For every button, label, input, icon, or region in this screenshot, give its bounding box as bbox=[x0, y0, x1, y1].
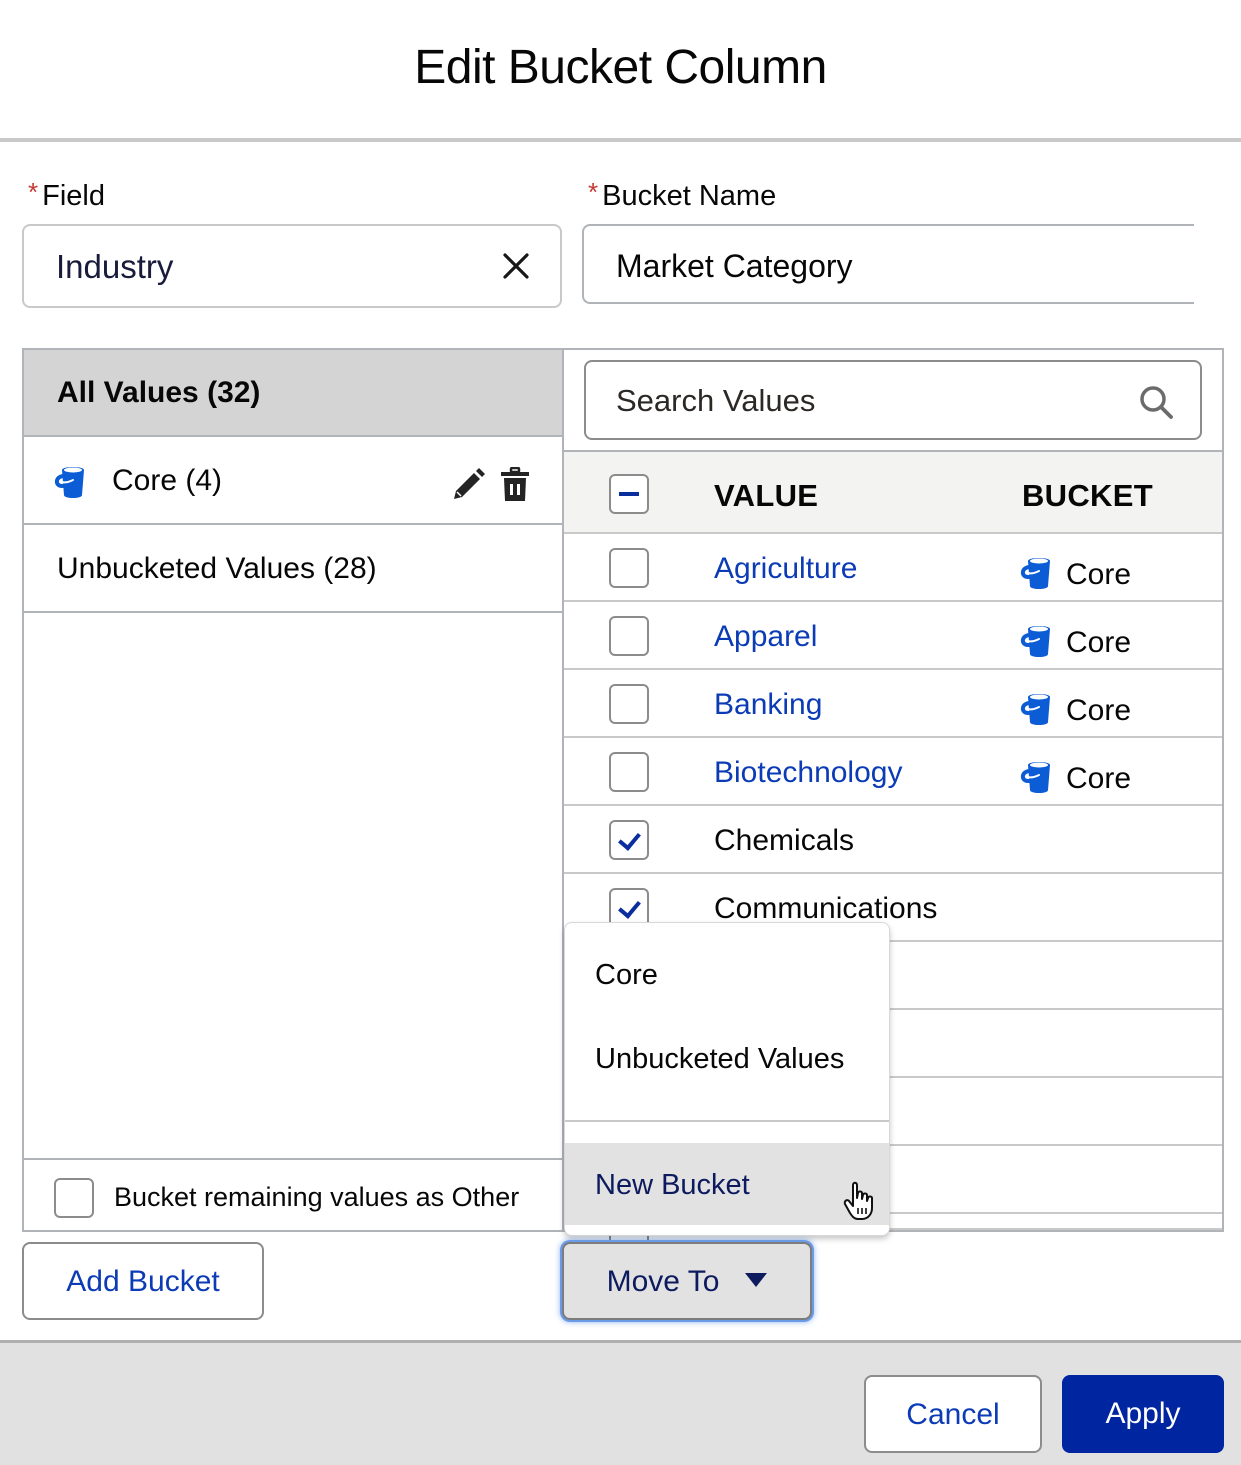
bucket-icon bbox=[1020, 762, 1050, 793]
add-bucket-button[interactable]: Add Bucket bbox=[22, 1242, 264, 1320]
cancel-button[interactable]: Cancel bbox=[864, 1375, 1042, 1453]
select-all-checkbox[interactable] bbox=[609, 474, 649, 514]
bucket-name-input[interactable]: Market Category bbox=[582, 224, 1194, 304]
required-marker: * bbox=[28, 177, 39, 207]
bucket-other-checkbox[interactable] bbox=[54, 1178, 94, 1218]
column-header-bucket: BUCKET bbox=[1022, 478, 1153, 513]
search-values-field[interactable] bbox=[584, 360, 1202, 440]
row-bucket-label: Core bbox=[1066, 762, 1132, 795]
bucket-other-option: Bucket remaining values as Other bbox=[24, 1158, 562, 1230]
values-table-header: VALUE BUCKET bbox=[564, 450, 1222, 534]
menu-item-new-bucket[interactable]: New Bucket bbox=[565, 1143, 889, 1225]
column-header-value: VALUE bbox=[714, 478, 819, 513]
row-value[interactable]: Apparel bbox=[714, 620, 817, 654]
bucket-item-core[interactable]: Core (4) bbox=[24, 437, 562, 525]
table-row: Banking Core bbox=[564, 670, 1222, 738]
menu-item-core[interactable]: Core bbox=[565, 959, 889, 992]
bucket-other-label: Bucket remaining values as Other bbox=[114, 1182, 520, 1212]
row-bucket: Core bbox=[1020, 754, 1131, 796]
menu-item-unbucketed-values[interactable]: Unbucketed Values bbox=[565, 1043, 889, 1076]
row-bucket-label: Core bbox=[1066, 694, 1132, 727]
caret-down-icon bbox=[745, 1273, 768, 1287]
all-values-item[interactable]: All Values (32) bbox=[24, 350, 562, 437]
row-checkbox[interactable] bbox=[609, 684, 649, 724]
move-to-button[interactable]: Move To bbox=[562, 1242, 812, 1320]
bucket-name-label: * Bucket Name bbox=[588, 177, 777, 213]
table-row: Apparel Core bbox=[564, 602, 1222, 670]
row-bucket: Core bbox=[1020, 618, 1131, 660]
row-value[interactable]: Biotechnology bbox=[714, 756, 902, 790]
field-value: Industry bbox=[56, 248, 174, 285]
row-bucket: Core bbox=[1020, 686, 1131, 728]
hand-cursor-icon bbox=[843, 1181, 873, 1220]
bucket-icon bbox=[1020, 626, 1050, 657]
menu-divider bbox=[565, 1120, 889, 1122]
row-bucket-label: Core bbox=[1066, 558, 1132, 591]
row-bucket: Core bbox=[1020, 550, 1131, 592]
table-row: Agriculture Core bbox=[564, 534, 1222, 602]
search-icon[interactable] bbox=[1138, 384, 1174, 420]
required-marker: * bbox=[588, 177, 599, 207]
bucket-item-unbucketed[interactable]: Unbucketed Values (28) bbox=[24, 525, 562, 613]
move-to-label: Move To bbox=[606, 1265, 720, 1298]
bucket-name-value: Market Category bbox=[616, 248, 853, 284]
field-label: * Field bbox=[28, 177, 105, 213]
field-input[interactable]: Industry bbox=[22, 224, 562, 308]
search-input[interactable] bbox=[616, 380, 1096, 422]
header-divider bbox=[0, 138, 1241, 142]
dialog-footer bbox=[0, 1340, 1241, 1465]
row-checkbox[interactable] bbox=[609, 820, 649, 860]
move-to-menu: Core Unbucketed Values New Bucket bbox=[564, 922, 890, 1236]
row-bucket-label: Core bbox=[1066, 626, 1132, 659]
row-checkbox[interactable] bbox=[609, 752, 649, 792]
table-row: Chemicals bbox=[564, 806, 1222, 874]
row-checkbox[interactable] bbox=[609, 616, 649, 656]
pencil-icon[interactable] bbox=[450, 467, 486, 503]
bucket-icon bbox=[1020, 694, 1050, 725]
bucket-item-label: Unbucketed Values (28) bbox=[57, 552, 377, 585]
table-row: Biotechnology Core bbox=[564, 738, 1222, 806]
bucket-icon bbox=[1020, 558, 1050, 589]
trash-icon[interactable] bbox=[500, 467, 530, 503]
bucket-item-label: Core (4) bbox=[112, 464, 223, 497]
field-label-text: Field bbox=[42, 180, 105, 212]
row-value: Chemicals bbox=[714, 824, 855, 857]
row-value: Communications bbox=[714, 892, 938, 925]
row-checkbox[interactable] bbox=[609, 548, 649, 588]
row-value[interactable]: Banking bbox=[714, 688, 822, 722]
apply-button[interactable]: Apply bbox=[1062, 1375, 1224, 1453]
bucket-icon bbox=[54, 467, 84, 498]
clear-icon[interactable] bbox=[500, 250, 532, 282]
bucket-name-label-text: Bucket Name bbox=[602, 180, 777, 212]
dialog-title: Edit Bucket Column bbox=[414, 41, 827, 94]
row-value[interactable]: Agriculture bbox=[714, 552, 857, 586]
all-values-label: All Values (32) bbox=[57, 376, 261, 409]
